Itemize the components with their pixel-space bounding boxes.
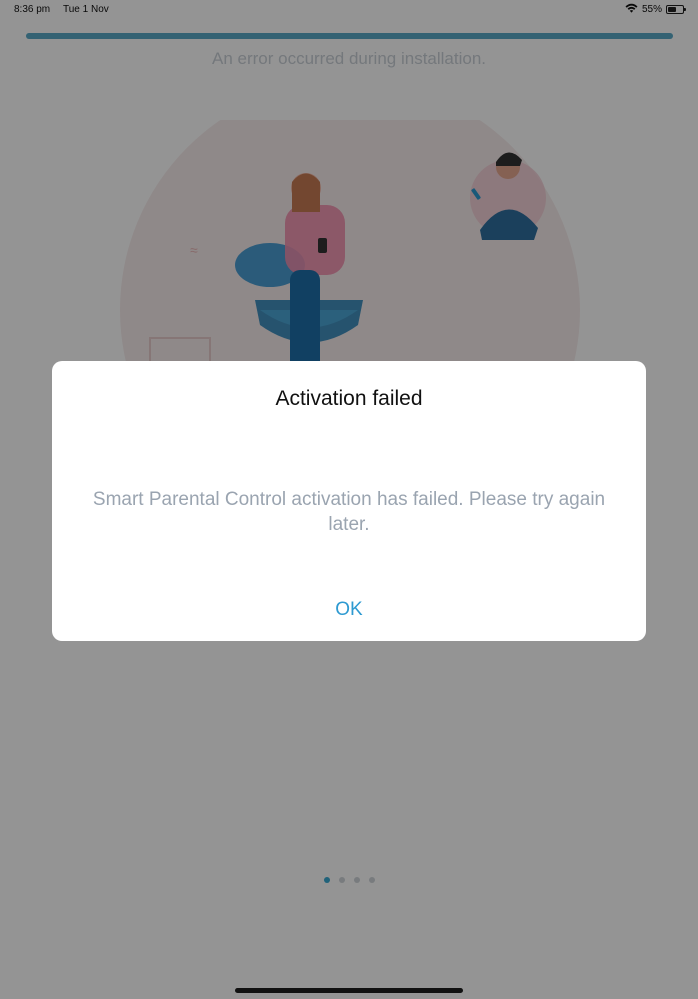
ok-button[interactable]: OK bbox=[311, 593, 386, 627]
activation-failed-dialog: Activation failed Smart Parental Control… bbox=[52, 361, 646, 641]
home-indicator[interactable] bbox=[235, 988, 463, 993]
dialog-message: Smart Parental Control activation has fa… bbox=[92, 489, 606, 535]
dialog-title: Activation failed bbox=[275, 387, 423, 410]
